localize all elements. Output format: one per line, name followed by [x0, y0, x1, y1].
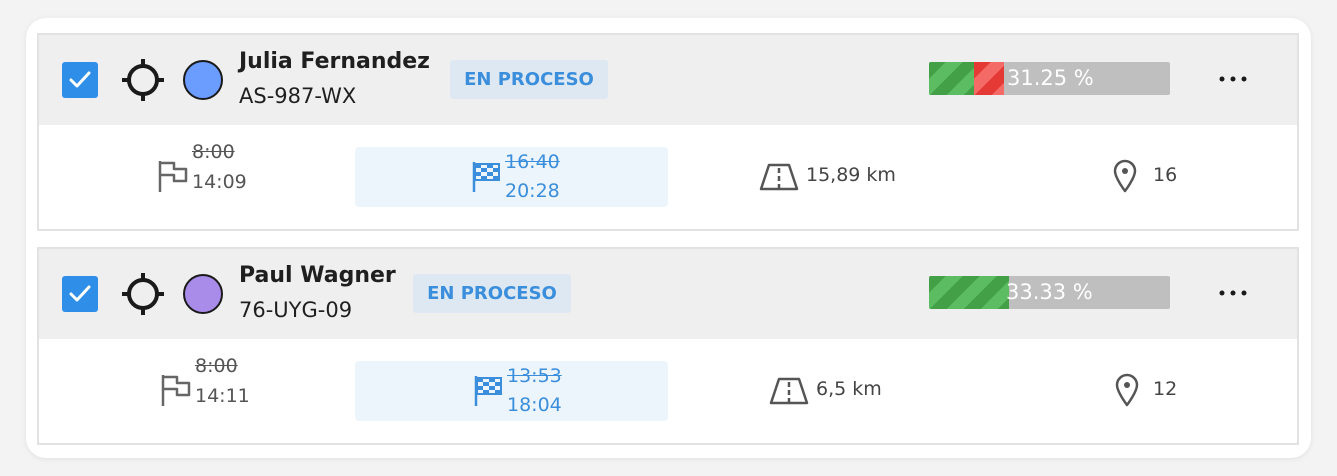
progress-failed-segment [974, 62, 1004, 95]
route-distance: 6,5 km [816, 378, 882, 400]
route-card-details: 8:00 14:11 13:53 18:04 6,5 km 12 [39, 339, 1297, 443]
crosshair-icon[interactable] [121, 58, 165, 102]
road-icon [769, 377, 809, 405]
start-planned-time: 8:00 [192, 141, 235, 163]
start-flag-icon [158, 161, 188, 192]
select-route-checkbox[interactable] [62, 62, 98, 98]
route-card-details: 8:00 14:09 16:40 20:28 15,89 km 16 [39, 125, 1297, 229]
end-time-box: 13:53 18:04 [355, 361, 668, 421]
progress-text: 31.25 % [1007, 66, 1094, 90]
end-estimated-time: 20:28 [505, 180, 560, 202]
driver-name: Julia Fernandez [239, 49, 430, 74]
map-pin-icon [1113, 159, 1137, 193]
progress-completed-segment [929, 62, 974, 95]
checkered-flag-icon [472, 162, 500, 192]
route-card[interactable]: Paul Wagner 76-UYG-09 EN PROCESO 33.33 %… [37, 247, 1299, 445]
checkbox-checked-icon [69, 285, 91, 302]
driver-color-dot [183, 60, 223, 100]
start-flag-icon [161, 375, 191, 406]
route-card[interactable]: Julia Fernandez AS-987-WX EN PROCESO 31.… [37, 33, 1299, 231]
end-time-box: 16:40 20:28 [355, 147, 668, 207]
status-badge: EN PROCESO [413, 274, 571, 313]
checkbox-checked-icon [69, 71, 91, 88]
end-planned-time: 16:40 [505, 151, 560, 173]
routes-panel: Julia Fernandez AS-987-WX EN PROCESO 31.… [26, 18, 1311, 458]
vehicle-plate: 76-UYG-09 [239, 298, 353, 322]
route-progress-bar: 33.33 % [929, 276, 1170, 309]
driver-color-dot [183, 274, 223, 314]
start-actual-time: 14:11 [195, 385, 250, 407]
start-actual-time: 14:09 [192, 171, 247, 193]
route-progress-bar: 31.25 % [929, 62, 1170, 95]
driver-name: Paul Wagner [239, 263, 396, 288]
route-card-header: Paul Wagner 76-UYG-09 EN PROCESO 33.33 % [39, 249, 1297, 339]
more-options-icon[interactable] [1217, 63, 1249, 95]
route-stops-count: 12 [1153, 378, 1178, 400]
status-badge: EN PROCESO [450, 60, 608, 99]
route-card-header: Julia Fernandez AS-987-WX EN PROCESO 31.… [39, 35, 1297, 125]
route-distance: 15,89 km [806, 164, 896, 186]
map-pin-icon [1115, 373, 1139, 407]
end-estimated-time: 18:04 [507, 394, 562, 416]
road-icon [759, 163, 799, 191]
progress-text: 33.33 % [1006, 280, 1093, 304]
more-options-icon[interactable] [1217, 277, 1249, 309]
select-route-checkbox[interactable] [62, 276, 98, 312]
progress-completed-segment [929, 276, 1009, 309]
checkered-flag-icon [474, 376, 502, 406]
route-stops-count: 16 [1153, 164, 1178, 186]
start-planned-time: 8:00 [195, 355, 238, 377]
crosshair-icon[interactable] [121, 272, 165, 316]
end-planned-time: 13:53 [507, 365, 562, 387]
vehicle-plate: AS-987-WX [239, 84, 357, 108]
